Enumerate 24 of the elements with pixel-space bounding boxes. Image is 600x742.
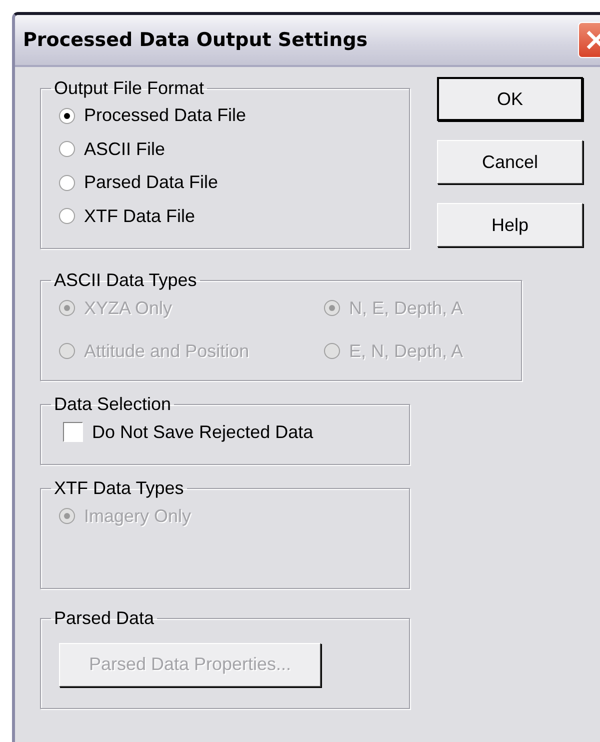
radio-button[interactable] xyxy=(59,141,75,158)
checkbox[interactable] xyxy=(63,422,83,442)
radio-label: Parsed Data File xyxy=(84,171,218,194)
radio-label: N, E, Depth, A xyxy=(349,296,464,320)
radio-button[interactable] xyxy=(59,108,75,124)
group-title: ASCII Data Types xyxy=(53,271,198,291)
group-title: XTF Data Types xyxy=(53,479,185,499)
group-title: Output File Format xyxy=(53,79,206,99)
dialog-button[interactable]: OK xyxy=(437,77,583,121)
window-title: Processed Data Output Settings xyxy=(22,28,368,53)
radio-button[interactable] xyxy=(59,208,75,224)
radio-label: ASCII File xyxy=(84,138,166,161)
group-title: Parsed Data xyxy=(53,609,156,629)
checkbox-label: Do Not Save Rejected Data xyxy=(92,420,314,444)
dialog-button[interactable]: Help xyxy=(437,203,583,247)
dialog-button[interactable]: Cancel xyxy=(437,140,583,184)
radio-button[interactable] xyxy=(59,174,75,191)
radio-label: XTF Data File xyxy=(84,204,196,228)
radio-label: Processed Data File xyxy=(84,104,246,128)
group-title: Data Selection xyxy=(53,395,172,415)
radio-label: Attitude and Position xyxy=(84,340,250,363)
radio-label: Imagery Only xyxy=(84,504,192,528)
radio-label: E, N, Depth, A xyxy=(349,340,464,363)
radio-label: XYZA Only xyxy=(84,296,172,320)
